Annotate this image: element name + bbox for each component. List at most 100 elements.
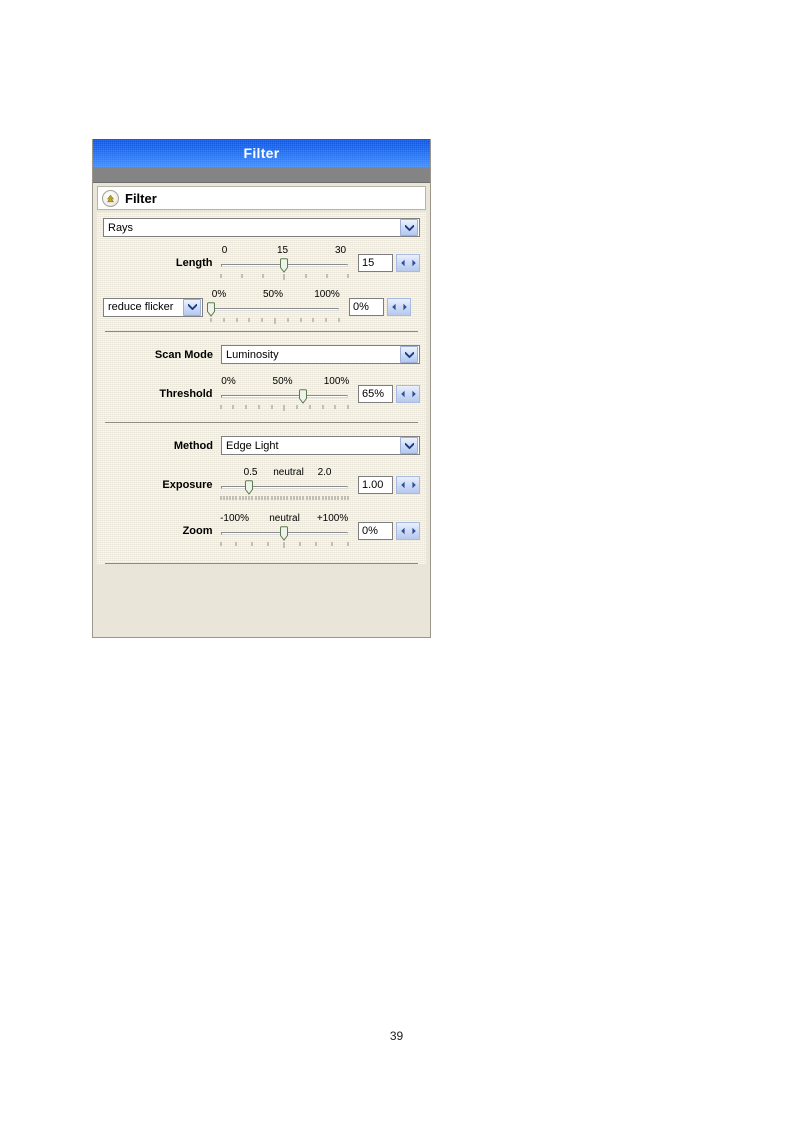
exposure-label: Exposure [162, 479, 213, 491]
length-track-area[interactable] [220, 258, 348, 273]
exposure-scale: 0.5 neutral 2.0 [221, 467, 348, 480]
threshold-row: Threshold 0% 50% 100% 65% [103, 376, 420, 412]
zoom-track-area[interactable] [220, 526, 348, 541]
reduce-flicker-scale-min: 0% [211, 289, 227, 300]
reduce-flicker-select[interactable]: reduce flicker [103, 297, 203, 317]
slider-tick [334, 496, 336, 500]
threshold-spin-buttons[interactable] [396, 385, 420, 403]
exposure-value-field[interactable]: 1.00 [358, 476, 393, 494]
slider-tick [283, 405, 285, 411]
slider-tick [309, 496, 311, 500]
length-slider[interactable]: 0 15 30 [220, 245, 349, 281]
triangle-right-icon [411, 481, 416, 489]
scan-mode-value: Luminosity [226, 348, 279, 361]
method-value: Edge Light [226, 439, 279, 452]
threshold-value-field[interactable]: 65% [358, 385, 393, 403]
chevron-down-icon[interactable] [183, 298, 201, 316]
chevron-down-icon[interactable] [400, 437, 418, 454]
exposure-spin-buttons[interactable] [396, 476, 420, 494]
slider-tick [338, 318, 340, 322]
length-spinner[interactable]: 15 [358, 254, 420, 272]
slider-tick [322, 496, 323, 500]
reduce-flicker-spinner[interactable]: 0% [349, 298, 411, 316]
reduce-flicker-track[interactable] [211, 308, 339, 311]
chevron-down-icon[interactable] [400, 346, 418, 363]
section-divider-3 [105, 563, 418, 564]
exposure-track[interactable] [220, 486, 348, 489]
slider-tick [220, 542, 222, 546]
slider-tick [309, 405, 311, 409]
preset-select-value: Rays [108, 221, 134, 234]
slider-tick [326, 274, 328, 278]
exposure-row: Exposure 0.5 neutral 2.0 1.00 [103, 467, 420, 503]
zoom-thumb[interactable] [280, 526, 289, 541]
threshold-thumb[interactable] [299, 389, 308, 404]
slider-tick [318, 496, 320, 500]
chevron-down-icon[interactable] [400, 219, 418, 236]
length-ticks [220, 272, 349, 281]
scan-mode-row: Scan Mode Luminosity [103, 344, 420, 365]
filter-window: Filter Filter Rays Length 0 15 30 15 red… [92, 139, 431, 638]
threshold-slider[interactable]: 0% 50% 100% [220, 376, 349, 412]
reduce-flicker-slider[interactable]: 0% 50% 100% [207, 289, 340, 325]
slider-tick [299, 496, 301, 500]
slider-tick [267, 542, 269, 546]
scan-mode-label: Scan Mode [154, 348, 213, 361]
window-title: Filter [243, 145, 280, 161]
slider-tick [248, 496, 250, 500]
reduce-flicker-track-area[interactable] [207, 302, 339, 317]
slider-tick [229, 496, 231, 500]
toolbar-strip [93, 167, 430, 183]
method-row: Method Edge Light [103, 435, 420, 456]
method-select[interactable]: Edge Light [221, 436, 420, 455]
reduce-flicker-row: reduce flicker 0% 50% 100% 0% [103, 289, 420, 325]
zoom-label: Zoom [182, 525, 213, 537]
slider-tick [232, 405, 234, 409]
exposure-thumb[interactable] [244, 480, 253, 495]
length-scale-max: 30 [334, 245, 347, 256]
exposure-scale-min: 0.5 [243, 467, 258, 478]
slider-tick [325, 318, 327, 322]
slider-tick [251, 542, 253, 546]
exposure-track-area[interactable] [220, 480, 348, 495]
slider-tick [236, 318, 238, 322]
reduce-flicker-spin-buttons[interactable] [387, 298, 411, 316]
page-number: 39 [389, 1029, 404, 1043]
slider-tick [245, 496, 247, 500]
length-label: Length [175, 257, 213, 269]
reduce-flicker-thumb[interactable] [207, 302, 216, 317]
slider-tick [312, 496, 314, 500]
collapse-chevron-icon[interactable] [102, 189, 119, 207]
triangle-right-icon [411, 527, 416, 535]
slider-tick [280, 496, 282, 500]
window-title-bar[interactable]: Filter [93, 139, 430, 167]
zoom-scale-max: +100% [316, 513, 349, 524]
triangle-left-icon [391, 303, 396, 311]
threshold-track-area[interactable] [220, 389, 348, 404]
length-value-field[interactable]: 15 [358, 254, 393, 272]
slider-tick [283, 542, 285, 548]
slider-tick [325, 496, 327, 500]
slider-tick [235, 496, 237, 500]
zoom-spin-buttons[interactable] [396, 522, 420, 540]
zoom-value-field[interactable]: 0% [358, 522, 393, 540]
threshold-track[interactable] [220, 395, 348, 398]
length-thumb[interactable] [280, 258, 289, 273]
slider-tick [331, 542, 333, 546]
preset-select[interactable]: Rays [103, 218, 420, 237]
length-spin-buttons[interactable] [396, 254, 420, 272]
scan-mode-select[interactable]: Luminosity [221, 345, 420, 364]
exposure-scale-max: 2.0 [317, 467, 332, 478]
triangle-right-icon [402, 303, 407, 311]
threshold-spinner[interactable]: 65% [358, 385, 420, 403]
slider-tick [300, 318, 302, 322]
zoom-slider[interactable]: -100% neutral +100% [220, 513, 349, 549]
exposure-spinner[interactable]: 1.00 [358, 476, 420, 494]
length-scale: 0 15 30 [221, 245, 348, 258]
zoom-spinner[interactable]: 0% [358, 522, 420, 540]
slider-tick [264, 496, 266, 500]
panel-header[interactable]: Filter [97, 186, 426, 210]
slider-tick [293, 496, 295, 500]
exposure-slider[interactable]: 0.5 neutral 2.0 [220, 467, 349, 503]
reduce-flicker-value-field[interactable]: 0% [349, 298, 384, 316]
